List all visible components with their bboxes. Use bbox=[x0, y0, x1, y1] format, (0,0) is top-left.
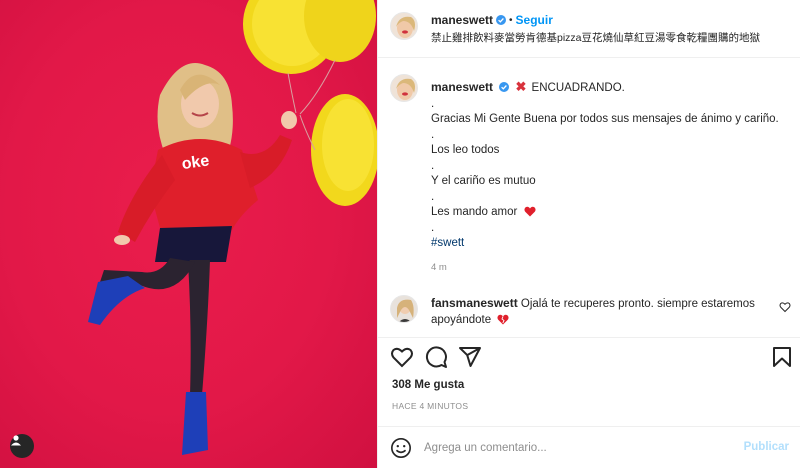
comment-item: fansmaneswett Ojalá te recuperes pronto.… bbox=[378, 287, 800, 337]
post-image[interactable]: oke bbox=[0, 0, 377, 468]
avatar[interactable] bbox=[390, 295, 418, 323]
heart-icon[interactable] bbox=[390, 345, 414, 369]
cross-mark-icon: ✖ bbox=[515, 79, 527, 94]
comment-input[interactable] bbox=[424, 438, 724, 458]
post-location[interactable]: 禁止雞排飲料麥當勞肯德基pizza豆花燒仙草紅豆湯零食乾糧團購的地獄 bbox=[431, 30, 760, 45]
woman-figure: oke bbox=[88, 63, 297, 455]
verified-badge-icon bbox=[499, 82, 510, 92]
post-time-ago[interactable]: HACE 4 MINUTOS bbox=[392, 401, 468, 411]
profile-photo-icon bbox=[391, 296, 417, 322]
comment-like-heart-icon[interactable] bbox=[779, 301, 791, 313]
post-actions-bar bbox=[378, 337, 800, 375]
caption-line: Los leo todos bbox=[431, 144, 500, 156]
red-heart-emoji-icon bbox=[523, 206, 536, 217]
caption-line: . bbox=[431, 97, 435, 110]
profile-photo-icon bbox=[391, 75, 417, 101]
caption-line: . bbox=[431, 221, 435, 234]
caption-text: maneswett ✖ ENCUADRANDO. . Gracias Mi Ge… bbox=[431, 79, 781, 252]
comment-body: fansmaneswett Ojalá te recuperes pronto.… bbox=[431, 295, 771, 328]
avatar[interactable] bbox=[390, 12, 418, 40]
caption-line: Gracias Mi Gente Buena por todos sus men… bbox=[431, 113, 779, 125]
profile-photo-icon bbox=[391, 13, 417, 39]
separator-dot: • bbox=[509, 14, 513, 26]
user-tag-icon bbox=[11, 435, 21, 446]
comment-icon[interactable] bbox=[424, 345, 448, 369]
caption-line: . bbox=[431, 190, 435, 203]
caption-line: . bbox=[431, 128, 435, 141]
add-comment-bar: Publicar bbox=[378, 426, 800, 468]
post-header: maneswett • Seguir 禁止雞排飲料麥當勞肯德基pizza豆花燒仙… bbox=[378, 0, 800, 58]
broken-heart-emoji-icon bbox=[497, 314, 509, 325]
caption-line: . bbox=[431, 159, 435, 172]
post-header-row: maneswett • Seguir bbox=[431, 13, 553, 27]
publish-button[interactable]: Publicar bbox=[744, 441, 789, 453]
caption-timestamp[interactable]: 4 m bbox=[431, 262, 447, 273]
follow-button[interactable]: Seguir bbox=[516, 13, 553, 27]
caption-line-with-heart: Les mando amor bbox=[431, 205, 781, 221]
caption-line: Les mando amor bbox=[431, 206, 518, 218]
share-icon[interactable] bbox=[458, 345, 482, 369]
caption-username[interactable]: maneswett bbox=[431, 80, 493, 94]
likes-count[interactable]: 308 Me gusta bbox=[392, 379, 464, 391]
post-photo-illustration: oke bbox=[88, 0, 377, 455]
comment-username[interactable]: fansmaneswett bbox=[431, 296, 518, 310]
post-author-username[interactable]: maneswett bbox=[431, 13, 493, 27]
emoji-icon[interactable] bbox=[390, 437, 412, 459]
caption-area: maneswett ✖ ENCUADRANDO. . Gracias Mi Ge… bbox=[378, 59, 800, 287]
avatar[interactable] bbox=[390, 74, 418, 102]
caption-title: ENCUADRANDO. bbox=[531, 82, 625, 94]
caption-title-line: maneswett ✖ ENCUADRANDO. bbox=[431, 79, 781, 97]
verified-badge-icon bbox=[496, 15, 507, 25]
bookmark-icon[interactable] bbox=[770, 345, 794, 369]
caption-line: Y el cariño es mutuo bbox=[431, 175, 536, 187]
hashtag-link[interactable]: #swett bbox=[431, 236, 781, 252]
post-side-panel: maneswett • Seguir 禁止雞排飲料麥當勞肯德基pizza豆花燒仙… bbox=[377, 0, 800, 468]
user-tag-button[interactable] bbox=[10, 434, 34, 458]
